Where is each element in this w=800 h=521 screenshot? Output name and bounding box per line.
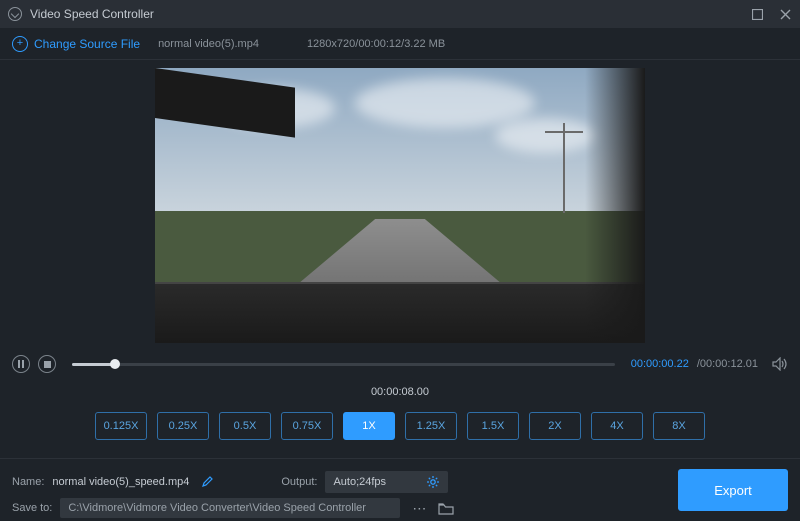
export-button[interactable]: Export [678, 469, 788, 511]
source-bar: + Change Source File normal video(5).mp4… [0, 28, 800, 60]
playback-controls: 00:00:00.22/00:00:12.01 [0, 350, 800, 378]
saveto-label: Save to: [12, 502, 52, 514]
window-title: Video Speed Controller [30, 7, 750, 21]
volume-icon[interactable] [772, 356, 788, 372]
speed-button-8x[interactable]: 8X [653, 412, 705, 440]
pause-button[interactable] [12, 355, 30, 373]
more-icon[interactable]: ⋯ [408, 500, 430, 517]
speed-button-1-5x[interactable]: 1.5X [467, 412, 519, 440]
change-source-label: Change Source File [34, 37, 140, 51]
output-label: Output: [281, 476, 317, 488]
output-format-select[interactable]: Auto;24fps [325, 471, 448, 493]
speed-button-0-125x[interactable]: 0.125X [95, 412, 147, 440]
speed-button-0-25x[interactable]: 0.25X [157, 412, 209, 440]
plus-circle-icon: + [12, 36, 28, 52]
speed-button-0-5x[interactable]: 0.5X [219, 412, 271, 440]
change-source-button[interactable]: + Change Source File [12, 36, 140, 52]
app-logo-icon [8, 7, 22, 21]
video-preview[interactable] [155, 68, 645, 343]
titlebar: Video Speed Controller [0, 0, 800, 28]
speed-button-1x[interactable]: 1X [343, 412, 395, 440]
stop-button[interactable] [38, 355, 56, 373]
save-path-field[interactable]: C:\Vidmore\Vidmore Video Converter\Video… [60, 498, 400, 518]
source-metadata: 1280x720/00:00:12/3.22 MB [307, 38, 445, 50]
timestamp-display: 00:00:08.00 [0, 378, 800, 408]
name-label: Name: [12, 476, 44, 488]
close-icon[interactable] [778, 7, 792, 21]
speed-button-2x[interactable]: 2X [529, 412, 581, 440]
edit-name-icon[interactable] [201, 476, 213, 488]
footer: Name: normal video(5)_speed.mp4 Output: … [0, 459, 800, 521]
output-name: normal video(5)_speed.mp4 [52, 476, 189, 488]
seek-slider[interactable] [72, 363, 615, 366]
speed-button-1-25x[interactable]: 1.25X [405, 412, 457, 440]
seek-thumb[interactable] [110, 359, 120, 369]
time-total: /00:00:12.01 [697, 358, 758, 370]
speed-button-4x[interactable]: 4X [591, 412, 643, 440]
speed-button-0-75x[interactable]: 0.75X [281, 412, 333, 440]
gear-icon[interactable] [426, 475, 440, 489]
time-current: 00:00:00.22 [631, 358, 689, 370]
open-folder-icon[interactable] [438, 502, 460, 515]
preview-area [0, 60, 800, 350]
maximize-icon[interactable] [750, 7, 764, 21]
output-format-value: Auto;24fps [333, 476, 386, 488]
source-filename: normal video(5).mp4 [158, 38, 259, 50]
speed-selector: 0.125X 0.25X 0.5X 0.75X 1X 1.25X 1.5X 2X 4X 8X [0, 408, 800, 459]
